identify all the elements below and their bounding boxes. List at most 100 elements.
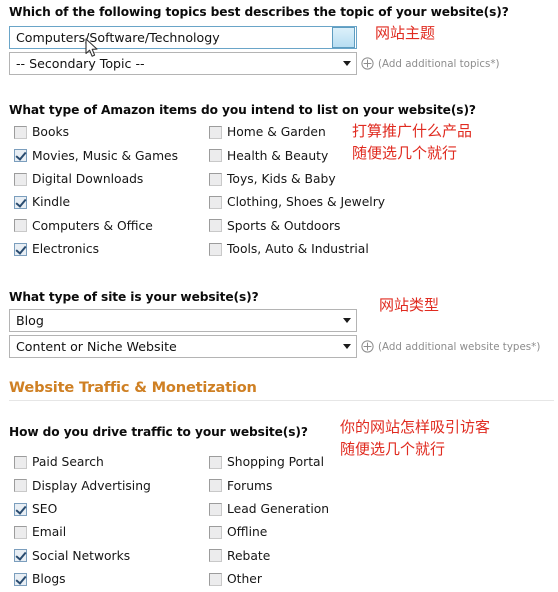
checkbox-label: Shopping Portal	[227, 455, 324, 470]
items-question-label: What type of Amazon items do you intend …	[9, 103, 476, 117]
add-additional-topics-link[interactable]: (Add additional topics*)	[361, 57, 500, 70]
annotation-items-line2: 随便选几个就行	[352, 144, 458, 162]
checkbox-row[interactable]: Sports & Outdoors	[209, 218, 341, 233]
checkbox-row[interactable]: Toys, Kids & Baby	[209, 171, 336, 186]
checkbox-row[interactable]: Paid Search	[14, 456, 104, 469]
annotation-traffic-line1: 你的网站怎样吸引访客	[340, 418, 491, 436]
checkbox-label: Computers & Office	[32, 218, 153, 233]
checkbox-unchecked-icon[interactable]	[209, 502, 222, 516]
checkbox-label: Rebate	[227, 548, 271, 563]
checkbox-row[interactable]: Social Networks	[14, 548, 131, 563]
circle-plus-icon	[361, 340, 374, 353]
checkbox-label: Electronics	[32, 241, 100, 256]
checkbox-row[interactable]: Display Advertising	[14, 478, 151, 493]
checkbox-checked-icon[interactable]	[14, 149, 27, 163]
checkbox-row[interactable]: Clothing, Shoes & Jewelry	[209, 195, 386, 210]
checkbox-row[interactable]: Forums	[209, 478, 273, 493]
sitetype-question-label: What type of site is your website(s)?	[9, 290, 259, 304]
checkbox-unchecked-icon[interactable]	[14, 219, 27, 233]
annotation-topic: 网站主题	[375, 24, 436, 42]
checkbox-checked-icon[interactable]	[14, 502, 27, 516]
checkbox-row[interactable]: SEO	[14, 501, 58, 516]
circle-plus-icon	[361, 57, 374, 70]
add-additional-website-types-label: (Add additional website types*)	[378, 340, 541, 353]
checkbox-unchecked-icon[interactable]	[209, 172, 222, 186]
add-additional-website-types-link[interactable]: (Add additional website types*)	[361, 340, 540, 353]
checkbox-checked-icon[interactable]	[14, 572, 27, 586]
checkbox-checked-icon[interactable]	[14, 242, 27, 256]
checkbox-label: Tools, Auto & Industrial	[227, 241, 369, 256]
checkbox-label: Kindle	[32, 195, 71, 210]
chevron-down-icon[interactable]	[338, 318, 356, 323]
checkbox-unchecked-icon[interactable]	[209, 525, 222, 539]
checkbox-unchecked-icon[interactable]	[209, 572, 222, 586]
checkbox-label: Email	[32, 525, 67, 540]
checkbox-unchecked-icon[interactable]	[14, 172, 27, 186]
chevron-down-icon[interactable]	[338, 61, 356, 66]
chevron-down-icon[interactable]	[332, 27, 355, 48]
annotation-sitetype: 网站类型	[379, 296, 440, 314]
checkbox-label: Offline	[227, 525, 268, 540]
primary-sitetype-select[interactable]: Blog	[9, 309, 357, 332]
checkbox-row[interactable]: Rebate	[209, 548, 271, 563]
checkbox-unchecked-icon[interactable]	[209, 549, 222, 563]
checkbox-unchecked-icon[interactable]	[14, 126, 27, 139]
checkbox-row[interactable]: Email	[14, 525, 67, 540]
checkbox-label: Toys, Kids & Baby	[227, 171, 336, 186]
add-additional-topics-label: (Add additional topics*)	[378, 57, 500, 70]
checkbox-label: Other	[227, 571, 262, 586]
traffic-section-header: Website Traffic & Monetization	[9, 379, 257, 396]
checkbox-unchecked-icon[interactable]	[209, 149, 222, 163]
checkbox-row[interactable]: Home & Garden	[209, 126, 326, 139]
checkbox-label: Forums	[227, 478, 273, 493]
checkbox-row[interactable]: Books	[14, 126, 69, 139]
checkbox-label: Clothing, Shoes & Jewelry	[227, 195, 386, 210]
checkbox-label: Sports & Outdoors	[227, 218, 341, 233]
checkbox-row[interactable]: Health & Beauty	[209, 148, 329, 163]
affiliate-signup-form: Which of the following topics best descr…	[0, 0, 558, 592]
checkbox-row[interactable]: Lead Generation	[209, 501, 330, 516]
checkbox-row[interactable]: Digital Downloads	[14, 171, 144, 186]
checkbox-label: Display Advertising	[32, 478, 151, 493]
primary-sitetype-value: Blog	[16, 313, 44, 328]
traffic-question-label: How do you drive traffic to your website…	[9, 425, 308, 439]
secondary-sitetype-select[interactable]: Content or Niche Website	[9, 335, 357, 358]
checkbox-label: Blogs	[32, 571, 66, 586]
checkbox-unchecked-icon[interactable]	[209, 195, 222, 209]
checkbox-label: Paid Search	[32, 455, 104, 470]
checkbox-row[interactable]: Tools, Auto & Industrial	[209, 241, 369, 256]
section-divider	[9, 400, 554, 401]
secondary-topic-select[interactable]: -- Secondary Topic --	[9, 52, 357, 75]
checkbox-label: Digital Downloads	[32, 171, 144, 186]
primary-topic-value: Computers/Software/Technology	[16, 30, 220, 45]
checkbox-row[interactable]: Blogs	[14, 571, 66, 586]
checkbox-row[interactable]: Other	[209, 571, 262, 586]
checkbox-unchecked-icon[interactable]	[209, 126, 222, 139]
checkbox-unchecked-icon[interactable]	[209, 479, 222, 493]
checkbox-row[interactable]: Offline	[209, 525, 268, 540]
checkbox-row[interactable]: Electronics	[14, 241, 100, 256]
primary-topic-select[interactable]: Computers/Software/Technology	[9, 26, 357, 49]
checkbox-label: Lead Generation	[227, 501, 330, 516]
checkbox-row[interactable]: Kindle	[14, 195, 71, 210]
checkbox-unchecked-icon[interactable]	[209, 242, 222, 256]
topic-question-label: Which of the following topics best descr…	[9, 5, 509, 19]
chevron-down-icon[interactable]	[338, 344, 356, 349]
checkbox-unchecked-icon[interactable]	[209, 456, 222, 469]
checkbox-unchecked-icon[interactable]	[14, 525, 27, 539]
checkbox-unchecked-icon[interactable]	[209, 219, 222, 233]
checkbox-label: Books	[32, 125, 70, 140]
checkbox-label: Social Networks	[32, 548, 131, 563]
checkbox-label: Home & Garden	[227, 125, 326, 140]
annotation-items-line1: 打算推广什么产品	[352, 122, 473, 140]
checkbox-row[interactable]: Computers & Office	[14, 218, 153, 233]
checkbox-unchecked-icon[interactable]	[14, 456, 27, 469]
secondary-topic-value: -- Secondary Topic --	[16, 56, 145, 71]
checkbox-row[interactable]: Movies, Music & Games	[14, 149, 178, 163]
checkbox-checked-icon[interactable]	[14, 195, 27, 209]
checkbox-label: Health & Beauty	[227, 148, 329, 163]
checkbox-unchecked-icon[interactable]	[14, 479, 27, 493]
checkbox-checked-icon[interactable]	[14, 549, 27, 563]
checkbox-label: SEO	[32, 501, 58, 516]
checkbox-row[interactable]: Shopping Portal	[209, 456, 324, 469]
